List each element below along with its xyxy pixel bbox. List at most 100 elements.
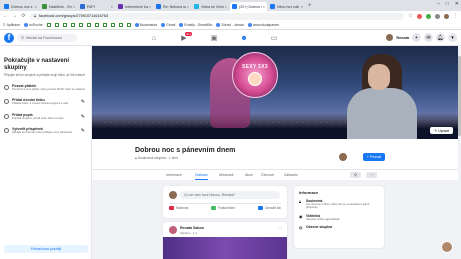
bookmark-item[interactable]: www.skolapanen (247, 23, 279, 27)
bookmark-item[interactable]: Gmail (161, 23, 175, 27)
tab-informace[interactable]: Informace (166, 170, 182, 180)
forward-icon[interactable]: → (12, 13, 17, 19)
close-tab-icon[interactable]: × (225, 4, 227, 9)
member-avatar[interactable] (339, 153, 347, 161)
about-panel: Informace 🔒︎ Soukromá Jen členové můžou v… (294, 186, 384, 248)
favicon-icon (4, 4, 9, 9)
chat-head-avatar[interactable] (441, 241, 453, 253)
browser-tab[interactable]: Dobrou noc s × (2, 2, 39, 11)
sidebar-description: Připojte lidi ke skupině a přidejte svoj… (4, 73, 86, 77)
tab-zakladni[interactable]: Základní (284, 170, 298, 180)
avatar[interactable] (386, 34, 394, 41)
invite-button[interactable]: + Pozvat (362, 153, 385, 161)
extension-icon[interactable] (426, 13, 431, 19)
browser-tab[interactable]: FAPI × (78, 2, 115, 11)
back-icon[interactable]: ← (3, 13, 8, 19)
user-name[interactable]: Renata (396, 36, 409, 40)
tab-label: Něco hez náb (277, 4, 300, 9)
bookmark-item[interactable]: ooPoche (23, 23, 43, 27)
bookmark-item[interactable] (126, 23, 131, 27)
bookmark-item[interactable]: Bookmarks (134, 23, 157, 27)
browser-tab[interactable]: Videa se Vimeo × (192, 2, 229, 11)
star-icon[interactable]: ☆ (408, 13, 413, 19)
browser-tab[interactable]: Něco hez náb × (268, 2, 305, 11)
avatar[interactable] (169, 226, 177, 234)
tab-clenove[interactable]: Členové (261, 170, 274, 180)
bookmark-item[interactable] (62, 23, 67, 27)
browser-tab[interactable]: Internetové ba × (116, 2, 153, 11)
edit-pencil-icon[interactable]: ✎ (81, 99, 85, 105)
extension-icon[interactable] (435, 13, 440, 19)
bookmark-item[interactable]: Emaily - SmartBin (179, 23, 212, 27)
close-tab-icon[interactable]: × (263, 4, 265, 9)
url-input[interactable]: 🔒︎ facebook.com/groups/275915714616763 (30, 12, 404, 20)
composer-input[interactable]: Co se vám honí hlavou, Renata? (180, 191, 280, 199)
tag-people-button[interactable]: Označit lidi (257, 206, 281, 210)
account-menu-icon[interactable]: ▾ (448, 33, 457, 42)
room-button[interactable]: Místnost (169, 206, 188, 210)
extension-icon[interactable] (417, 13, 422, 19)
bookmark-item[interactable]: Zdraví - obsah (216, 23, 244, 27)
browser-tab[interactable]: Re: Nebuna se × (154, 2, 191, 11)
tab-akce[interactable]: Akce (245, 170, 253, 180)
close-tab-icon[interactable]: × (149, 4, 151, 9)
edit-pencil-icon[interactable]: ✎ (81, 114, 85, 120)
apps-icon: ⠿ (3, 23, 6, 27)
post-author[interactable]: Renata Sabon (180, 226, 204, 230)
post-options-icon[interactable]: ··· (278, 226, 282, 231)
bookmark-item[interactable] (86, 23, 91, 27)
lock-icon: 🔒︎ (135, 156, 137, 160)
tab-mistnosti[interactable]: Místnosti (219, 170, 233, 180)
bookmark-item[interactable] (78, 23, 83, 27)
profile-avatar[interactable] (444, 13, 449, 19)
minimize-icon[interactable]: – (437, 1, 440, 7)
bookmark-item[interactable] (54, 23, 59, 27)
search-input[interactable]: ⚲ Hledat na Facebooku (17, 33, 77, 42)
browser-tab[interactable]: (20+) Dobrou n × (230, 2, 267, 11)
watch-icon[interactable]: ▶ 20+ (180, 32, 192, 42)
groups-icon[interactable]: ☻ (240, 35, 248, 42)
reload-icon[interactable]: ⟳ (21, 13, 26, 19)
close-tab-icon[interactable]: × (301, 4, 303, 9)
new-tab-button[interactable]: + (308, 2, 312, 11)
bookmark-icon (70, 23, 75, 27)
bookmark-item[interactable] (70, 23, 75, 27)
bookmark-item[interactable] (94, 23, 99, 27)
notifications-icon[interactable]: 🔔︎ (436, 33, 445, 42)
gaming-icon[interactable]: ▭ (270, 34, 278, 42)
plus-icon[interactable]: + (412, 33, 421, 42)
messenger-icon[interactable]: ✉ (424, 33, 433, 42)
bookmark-item[interactable] (118, 23, 123, 27)
setup-step-description[interactable]: Přidat popis Popište skupinu, ať lidi věd… (4, 113, 87, 120)
bookmark-item[interactable] (46, 23, 51, 27)
feed-post: Renata Sabon Správce · 1 d ··· (163, 222, 287, 259)
marketplace-icon[interactable]: ▣ (210, 34, 218, 42)
edit-cover-button[interactable]: ✎ Upravit (430, 127, 453, 134)
setup-step-post[interactable]: Vytvořit příspěvek Zahajte konverzaci neb… (4, 127, 87, 134)
close-tab-icon[interactable]: × (187, 4, 189, 9)
bookmark-item[interactable] (110, 23, 115, 27)
post-image[interactable] (163, 237, 287, 259)
continue-later-button[interactable]: Pokračovat později (4, 245, 88, 253)
home-icon[interactable]: ⌂ (150, 35, 158, 42)
setup-step-cover[interactable]: Přidat úvodní fotku Přidejte fotku, k úvo… (4, 98, 87, 105)
menu-icon[interactable]: ⋮ (453, 13, 458, 19)
facebook-logo[interactable]: f (4, 32, 14, 43)
maximize-icon[interactable]: □ (446, 1, 449, 7)
close-tab-icon[interactable]: × (35, 4, 37, 9)
photo-video-button[interactable]: Fotka/video (211, 206, 235, 210)
bookmark-icon (78, 23, 83, 27)
close-tab-icon[interactable]: × (111, 4, 113, 9)
search-icon[interactable]: ⚲ (350, 172, 361, 178)
bookmark-item[interactable]: ⠿ Aplikace (3, 23, 20, 27)
close-tab-icon[interactable]: × (73, 4, 75, 9)
more-options-icon[interactable]: ··· (366, 172, 377, 178)
lock-icon: 🔒︎ (299, 199, 302, 204)
bookmark-item[interactable] (102, 23, 107, 27)
edit-pencil-icon[interactable]: ✎ (81, 128, 85, 134)
close-icon[interactable]: ✕ (455, 1, 459, 7)
setup-step-invite[interactable]: Pozvat přátele Pozvat 5 a více přátel, ne… (4, 84, 87, 91)
tab-diskuse[interactable]: Diskuse (195, 170, 208, 180)
browser-tab[interactable]: NásMinie - Sma× (40, 2, 77, 11)
globe-icon: ◍ (299, 225, 303, 231)
